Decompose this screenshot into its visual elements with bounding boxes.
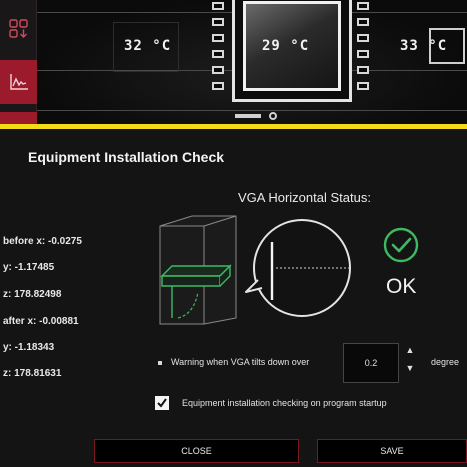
- status-label: OK: [386, 275, 417, 298]
- dialog-title: Equipment Installation Check: [28, 149, 225, 165]
- bottom-connector: [235, 114, 261, 118]
- position-line: y: -1.18343: [3, 342, 55, 353]
- board-trace: [37, 110, 467, 111]
- chip-pin: [357, 2, 369, 10]
- chip-pin: [357, 82, 369, 90]
- app-window: 32 °C 29 °C 33 °C Equipment Installation…: [0, 0, 467, 467]
- bottom-screw: [269, 112, 277, 120]
- position-line: after x: -0.00881: [3, 316, 79, 327]
- startup-checkbox[interactable]: [155, 396, 169, 410]
- close-button[interactable]: CLOSE: [94, 439, 299, 463]
- line-chart-icon: [9, 74, 28, 90]
- startup-check-label: Equipment installation checking on progr…: [182, 398, 387, 408]
- side-rail: [0, 0, 37, 124]
- chevron-up-icon[interactable]: ▲: [403, 345, 417, 361]
- tilt-warning-row: Warning when VGA tilts down over ▲ ▼ deg…: [155, 343, 467, 383]
- chip-pin: [357, 34, 369, 42]
- position-line: y: -1.17485: [3, 262, 55, 273]
- chip-pin: [212, 50, 224, 58]
- left-temp: 32 °C: [124, 38, 172, 54]
- tilt-unit-label: degree: [431, 357, 460, 367]
- chip-pin: [212, 34, 224, 42]
- tilt-threshold-input[interactable]: [343, 343, 399, 383]
- center-temp: 29 °C: [262, 38, 310, 54]
- vga-level-illustration: [159, 215, 351, 325]
- save-button[interactable]: SAVE: [317, 439, 467, 463]
- position-line: before x: -0.0275: [3, 236, 82, 247]
- installation-check-dialog: Equipment Installation Check VGA Horizon…: [0, 129, 467, 467]
- rail-button-monitor[interactable]: [0, 60, 37, 104]
- hardware-monitor-panel: 32 °C 29 °C 33 °C: [0, 0, 467, 124]
- bullet-icon: [158, 361, 162, 365]
- vga-status-title: VGA Horizontal Status:: [238, 190, 371, 205]
- chevron-down-icon[interactable]: ▼: [403, 363, 417, 379]
- rail-button-layout[interactable]: [0, 8, 37, 50]
- rail-button-extra[interactable]: [0, 112, 37, 124]
- chip-pin: [212, 66, 224, 74]
- position-line: z: 178.82498: [3, 289, 62, 300]
- right-temp: 33 °C: [400, 38, 448, 54]
- chip-pin: [357, 66, 369, 74]
- chip-pin: [212, 2, 224, 10]
- gpu-board-visual: 32 °C 29 °C 33 °C: [37, 0, 467, 124]
- checkmark-icon: [157, 398, 167, 408]
- position-line: z: 178.81631: [3, 368, 62, 379]
- chip-pin: [212, 82, 224, 90]
- layout-grid-download-icon: [8, 19, 28, 38]
- chip-pin: [357, 18, 369, 26]
- startup-check-row: Equipment installation checking on progr…: [155, 395, 465, 413]
- chip-pin: [212, 18, 224, 26]
- check-circle-icon: [383, 227, 419, 263]
- tilt-warning-label: Warning when VGA tilts down over: [171, 357, 310, 367]
- chip-pin: [357, 50, 369, 58]
